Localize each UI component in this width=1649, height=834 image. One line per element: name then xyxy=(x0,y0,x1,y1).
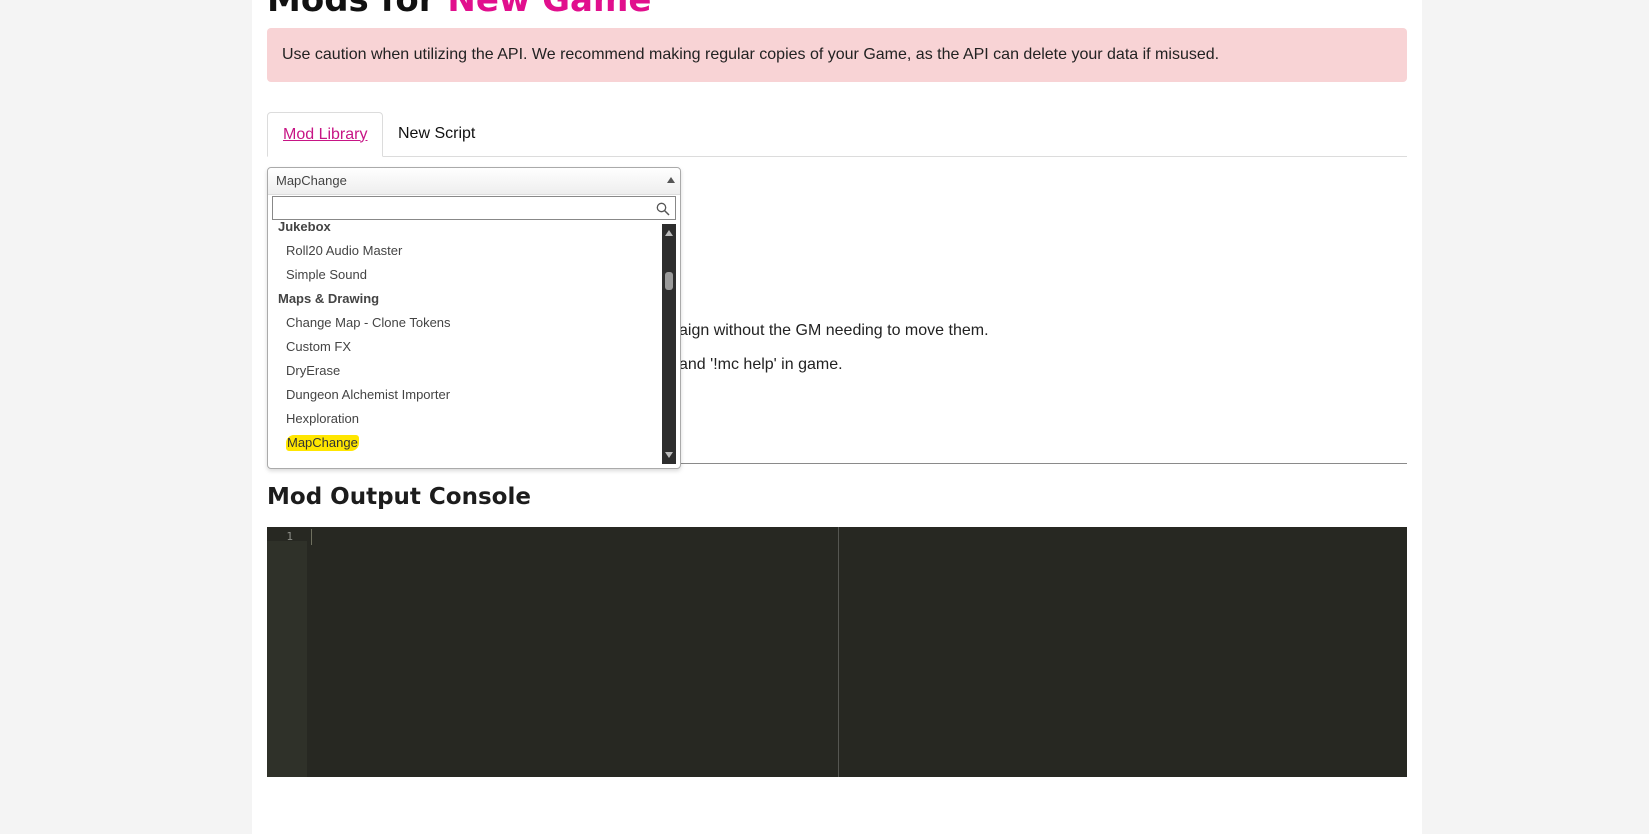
console-gutter: 1 xyxy=(267,527,307,777)
select-current[interactable]: MapChange xyxy=(268,168,680,195)
game-name: New Game xyxy=(447,0,652,20)
text-cursor xyxy=(311,529,312,545)
option-mapchange[interactable]: MapChange xyxy=(272,431,658,455)
search-icon xyxy=(656,202,670,216)
alert-text: Use caution when utilizing the API. We r… xyxy=(282,46,1220,63)
chevron-up-icon[interactable] xyxy=(667,177,675,183)
scrollbar-thumb[interactable] xyxy=(665,272,673,290)
scroll-down-arrow-icon[interactable] xyxy=(665,452,673,458)
option-dungeon-alchemist-importer[interactable]: Dungeon Alchemist Importer xyxy=(272,383,658,407)
tab-new-script[interactable]: New Script xyxy=(383,112,490,156)
page-title: Mods for New Game xyxy=(267,0,651,20)
select-current-value: MapChange xyxy=(276,173,347,188)
page-title-prefix: Mods for xyxy=(267,0,448,20)
line-number: 1 xyxy=(286,530,293,543)
dropdown-results[interactable]: Jukebox Roll20 Audio Master Simple Sound… xyxy=(272,222,658,464)
mod-output-console[interactable]: 1 xyxy=(267,527,1407,777)
api-warning-alert: Use caution when utilizing the API. We r… xyxy=(267,28,1407,82)
search-input[interactable] xyxy=(275,199,649,217)
scroll-up-arrow-icon[interactable] xyxy=(665,230,673,236)
option-hexploration[interactable]: Hexploration xyxy=(272,407,658,431)
option-dryerase[interactable]: DryErase xyxy=(272,359,658,383)
option-mapchange-label: MapChange xyxy=(286,435,359,451)
tab-mod-library[interactable]: Mod Library xyxy=(267,112,384,157)
option-roll20-audio-master[interactable]: Roll20 Audio Master xyxy=(272,239,658,263)
group-label-maps-drawing: Maps & Drawing xyxy=(278,291,380,306)
dropdown-search[interactable] xyxy=(272,196,676,220)
option-change-map-clone-tokens[interactable]: Change Map - Clone Tokens xyxy=(272,311,658,335)
group-label-jukebox: Jukebox xyxy=(278,222,331,234)
dropdown-scrollbar[interactable] xyxy=(662,224,676,464)
print-margin xyxy=(838,527,839,777)
mod-usage-line: and '!mc help' in game. xyxy=(679,356,843,373)
mod-description-line: aign without the GM needing to move them… xyxy=(679,322,989,339)
option-simple-sound[interactable]: Simple Sound xyxy=(272,263,658,287)
mod-tabs: Mod Library New Script xyxy=(267,112,1407,157)
mod-select-dropdown[interactable]: MapChange Jukebox Roll20 Audio Master Si… xyxy=(267,167,681,469)
console-title: Mod Output Console xyxy=(267,484,531,510)
option-custom-fx[interactable]: Custom FX xyxy=(272,335,658,359)
